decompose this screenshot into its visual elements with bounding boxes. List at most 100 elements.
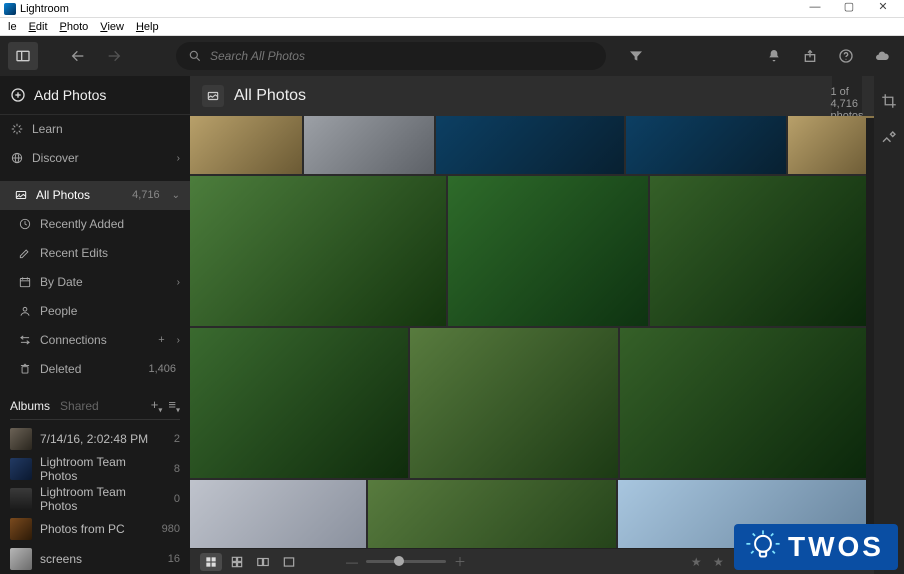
- album-item[interactable]: Lightroom Team Photos 0: [0, 484, 190, 514]
- sidebar-item-connections[interactable]: Connections +›: [0, 326, 190, 355]
- photo-thumb[interactable]: [190, 480, 366, 548]
- menu-photo[interactable]: Photo: [54, 20, 95, 34]
- pencil-icon: [18, 246, 32, 260]
- count-badge: 4,716: [132, 189, 160, 201]
- album-item[interactable]: screens 16: [0, 544, 190, 574]
- album-label: Lightroom Team Photos: [40, 485, 166, 513]
- album-label: screens: [40, 552, 82, 566]
- help-icon: [838, 48, 854, 64]
- nav-forward-button[interactable]: [100, 42, 128, 70]
- menu-bar: le Edit Photo View Help: [0, 18, 904, 36]
- add-photos-button[interactable]: Add Photos: [0, 76, 190, 115]
- sidebar-item-by-date[interactable]: By Date ›: [0, 268, 190, 297]
- view-grid-button[interactable]: [200, 553, 222, 571]
- window-title: Lightroom: [20, 3, 69, 15]
- sparkle-icon: [10, 122, 24, 136]
- sidebar-item-label: Learn: [32, 122, 63, 136]
- header-photos-icon: [202, 85, 224, 107]
- zoom-slider[interactable]: [366, 560, 446, 563]
- notifications-button[interactable]: [760, 42, 788, 70]
- sidebar-item-learn[interactable]: Learn: [0, 115, 190, 144]
- count-badge: 1,406: [148, 363, 176, 375]
- album-item[interactable]: Photos from PC 980: [0, 514, 190, 544]
- count-badge: 16: [168, 553, 180, 565]
- plus-icon[interactable]: +: [158, 334, 164, 346]
- add-album-button[interactable]: +▾: [151, 397, 163, 415]
- sort-albums-button[interactable]: ≡▾: [168, 397, 180, 415]
- bell-icon: [766, 48, 782, 64]
- photo-thumb[interactable]: [190, 176, 446, 326]
- window-titlebar: Lightroom — ▢ ✕: [0, 0, 904, 18]
- crop-tool-button[interactable]: [880, 92, 898, 115]
- add-photos-label: Add Photos: [34, 87, 106, 103]
- app-icon: [4, 3, 16, 15]
- view-detail-button[interactable]: [278, 553, 300, 571]
- search-icon: [188, 49, 202, 63]
- sidebar-item-people[interactable]: People: [0, 297, 190, 326]
- toggle-panel-button[interactable]: [8, 42, 38, 70]
- album-item[interactable]: 7/14/16, 2:02:48 PM 2: [0, 424, 190, 454]
- sidebar-item-discover[interactable]: Discover ›: [0, 144, 190, 173]
- filter-button[interactable]: [622, 42, 650, 70]
- view-square-button[interactable]: [226, 553, 248, 571]
- sidebar-item-all-photos[interactable]: All Photos 4,716 ⌄: [0, 181, 190, 210]
- tab-shared[interactable]: Shared: [60, 399, 99, 413]
- plus-circle-icon: [10, 87, 26, 103]
- sidebar-item-recent-edits[interactable]: Recent Edits: [0, 239, 190, 268]
- chevron-right-icon: ›: [177, 153, 180, 164]
- help-button[interactable]: [832, 42, 860, 70]
- healing-tool-button[interactable]: [880, 129, 898, 152]
- window-maximize-button[interactable]: ▢: [832, 0, 866, 18]
- window-close-button[interactable]: ✕: [866, 0, 900, 18]
- zoom-in-button[interactable]: ＋: [454, 553, 466, 570]
- menu-file[interactable]: le: [2, 20, 23, 34]
- page-title: All Photos: [234, 87, 306, 105]
- left-panel: Add Photos Learn Discover › All Photos 4…: [0, 76, 190, 574]
- photo-grid[interactable]: [190, 116, 874, 548]
- photo-thumb[interactable]: [368, 480, 616, 548]
- photo-thumb[interactable]: [410, 328, 618, 478]
- center-panel: All Photos 1 of 4,716 photos: [190, 76, 874, 574]
- albums-header: Albums Shared +▾ ≡▾: [0, 391, 190, 417]
- window-minimize-button[interactable]: —: [798, 0, 832, 18]
- album-thumb: [10, 548, 32, 570]
- photo-thumb[interactable]: [650, 176, 874, 326]
- trash-icon: [18, 362, 32, 376]
- cloud-sync-button[interactable]: [868, 42, 896, 70]
- count-badge: 2: [174, 433, 180, 445]
- menu-view[interactable]: View: [94, 20, 130, 34]
- view-compare-button[interactable]: [252, 553, 274, 571]
- menu-help[interactable]: Help: [130, 20, 165, 34]
- search-input[interactable]: Search All Photos: [176, 42, 606, 70]
- photo-thumb[interactable]: [436, 116, 624, 174]
- album-thumb: [10, 458, 32, 480]
- photo-thumb[interactable]: [304, 116, 434, 174]
- sidebar-item-label: Recent Edits: [40, 246, 108, 260]
- photo-thumb[interactable]: [448, 176, 648, 326]
- connections-icon: [18, 333, 32, 347]
- sidebar-item-label: Connections: [40, 333, 107, 347]
- photo-thumb[interactable]: [190, 116, 302, 174]
- photo-thumb[interactable]: [190, 328, 408, 478]
- count-badge: 980: [162, 523, 180, 535]
- album-item[interactable]: Lightroom Team Photos 8: [0, 454, 190, 484]
- sidebar-item-deleted[interactable]: Deleted 1,406: [0, 355, 190, 384]
- sidebar-item-recently-added[interactable]: Recently Added: [0, 210, 190, 239]
- photo-thumb[interactable]: [626, 116, 786, 174]
- photos-icon: [14, 188, 28, 202]
- photo-thumb[interactable]: [788, 116, 874, 174]
- sidebar-item-label: Recently Added: [40, 217, 124, 231]
- calendar-icon: [18, 275, 32, 289]
- right-rail: [874, 76, 904, 574]
- menu-edit[interactable]: Edit: [23, 20, 54, 34]
- nav-back-button[interactable]: [64, 42, 92, 70]
- sidebar-item-label: By Date: [40, 275, 83, 289]
- share-icon: [802, 48, 818, 64]
- tab-albums[interactable]: Albums: [10, 399, 50, 413]
- main-split: Add Photos Learn Discover › All Photos 4…: [0, 76, 904, 574]
- photo-thumb[interactable]: [620, 328, 874, 478]
- scrollbar[interactable]: [866, 118, 874, 546]
- zoom-out-button[interactable]: —: [346, 555, 358, 569]
- person-icon: [18, 304, 32, 318]
- share-button[interactable]: [796, 42, 824, 70]
